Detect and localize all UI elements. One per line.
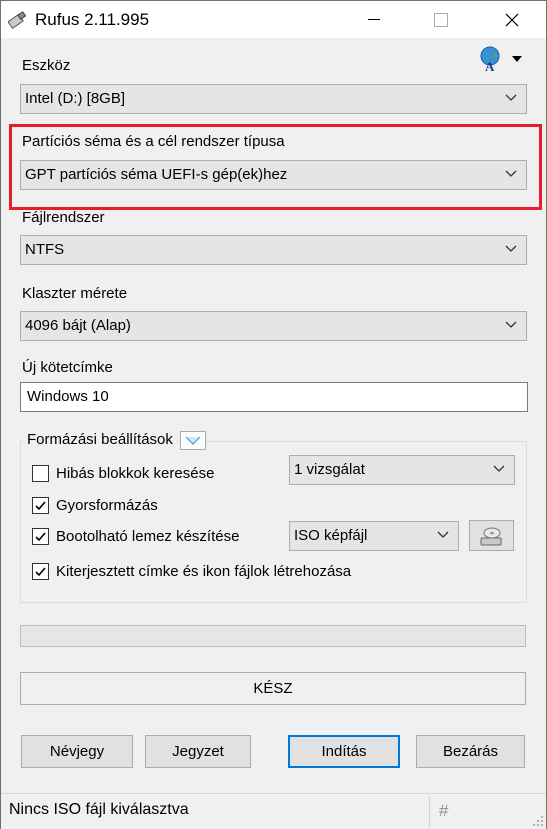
about-button[interactable]: Névjegy xyxy=(21,735,133,768)
bootable-label: Bootolható lemez készítése xyxy=(56,528,240,545)
device-value: Intel (D:) [8GB] xyxy=(25,90,126,107)
chevron-down-icon xyxy=(512,56,522,62)
cluster-value: 4096 bájt (Alap) xyxy=(25,317,131,334)
checkmark-icon xyxy=(35,532,46,542)
close-button[interactable]: Bezárás xyxy=(416,735,525,768)
minimize-button[interactable] xyxy=(351,1,397,38)
device-label: Eszköz xyxy=(22,57,71,74)
bad-blocks-label: Hibás blokkok keresése xyxy=(56,465,215,482)
partition-highlight-box xyxy=(9,124,542,210)
close-icon xyxy=(505,13,519,26)
status-display: KÉSZ xyxy=(20,672,526,705)
quick-format-checkbox[interactable] xyxy=(32,497,49,514)
filesystem-label: Fájlrendszer xyxy=(22,209,105,226)
checkmark-icon xyxy=(35,501,46,511)
cluster-select[interactable]: 4096 bájt (Alap) xyxy=(20,311,527,341)
maximize-button[interactable] xyxy=(418,1,464,38)
chevron-down-icon xyxy=(505,94,517,101)
status-bar-divider xyxy=(429,797,430,827)
boot-type-value: ISO képfájl xyxy=(294,527,368,544)
log-button[interactable]: Jegyzet xyxy=(145,735,251,768)
extended-label-label: Kiterjesztett címke és ikon fájlok létre… xyxy=(56,563,352,580)
format-options-title: Formázási beállítások xyxy=(24,431,176,448)
status-bar-text: Nincs ISO fájl kiválasztva xyxy=(9,801,189,818)
progress-bar xyxy=(20,625,526,647)
start-button[interactable]: Indítás xyxy=(288,735,400,768)
chevron-down-icon xyxy=(493,465,505,472)
advanced-options-toggle[interactable] xyxy=(180,431,206,450)
title-bar: Rufus 2.11.995 xyxy=(1,1,546,38)
window-title: Rufus 2.11.995 xyxy=(35,10,150,29)
checkmark-icon xyxy=(35,567,46,577)
language-button[interactable]: A xyxy=(479,46,525,74)
close-window-button[interactable] xyxy=(489,1,535,38)
chevron-down-icon xyxy=(437,531,449,538)
extended-label-checkbox[interactable] xyxy=(32,563,49,580)
resize-grip-icon[interactable] xyxy=(532,815,544,827)
svg-text:A: A xyxy=(485,59,495,72)
bad-blocks-checkbox[interactable] xyxy=(32,465,49,482)
status-bar: Nincs ISO fájl kiválasztva # xyxy=(1,793,546,829)
rufus-window: Rufus 2.11.995 A Eszköz Intel (D:) [8GB]… xyxy=(0,0,547,829)
disc-drive-icon xyxy=(480,527,501,546)
volume-label-input[interactable]: Windows 10 xyxy=(20,382,528,412)
quick-format-label: Gyorsformázás xyxy=(56,497,158,514)
bad-blocks-passes-select[interactable]: 1 vizsgálat xyxy=(289,455,515,485)
chevron-down-icon xyxy=(185,436,201,445)
chevron-down-icon xyxy=(505,245,517,252)
volume-label: Új kötetcímke xyxy=(22,359,113,376)
select-iso-button[interactable] xyxy=(469,520,514,551)
usb-drive-icon xyxy=(8,11,27,29)
chevron-down-icon xyxy=(505,321,517,328)
bad-blocks-passes-value: 1 vizsgálat xyxy=(294,461,365,478)
hash-button[interactable]: # xyxy=(439,801,448,821)
maximize-icon xyxy=(434,12,448,27)
cluster-label: Klaszter mérete xyxy=(22,285,128,302)
bootable-checkbox[interactable] xyxy=(32,528,49,545)
globe-language-icon: A xyxy=(480,46,500,72)
filesystem-select[interactable]: NTFS xyxy=(20,235,527,265)
minimize-icon xyxy=(368,19,380,20)
boot-type-select[interactable]: ISO képfájl xyxy=(289,521,459,551)
device-select[interactable]: Intel (D:) [8GB] xyxy=(20,84,527,114)
filesystem-value: NTFS xyxy=(25,241,65,258)
